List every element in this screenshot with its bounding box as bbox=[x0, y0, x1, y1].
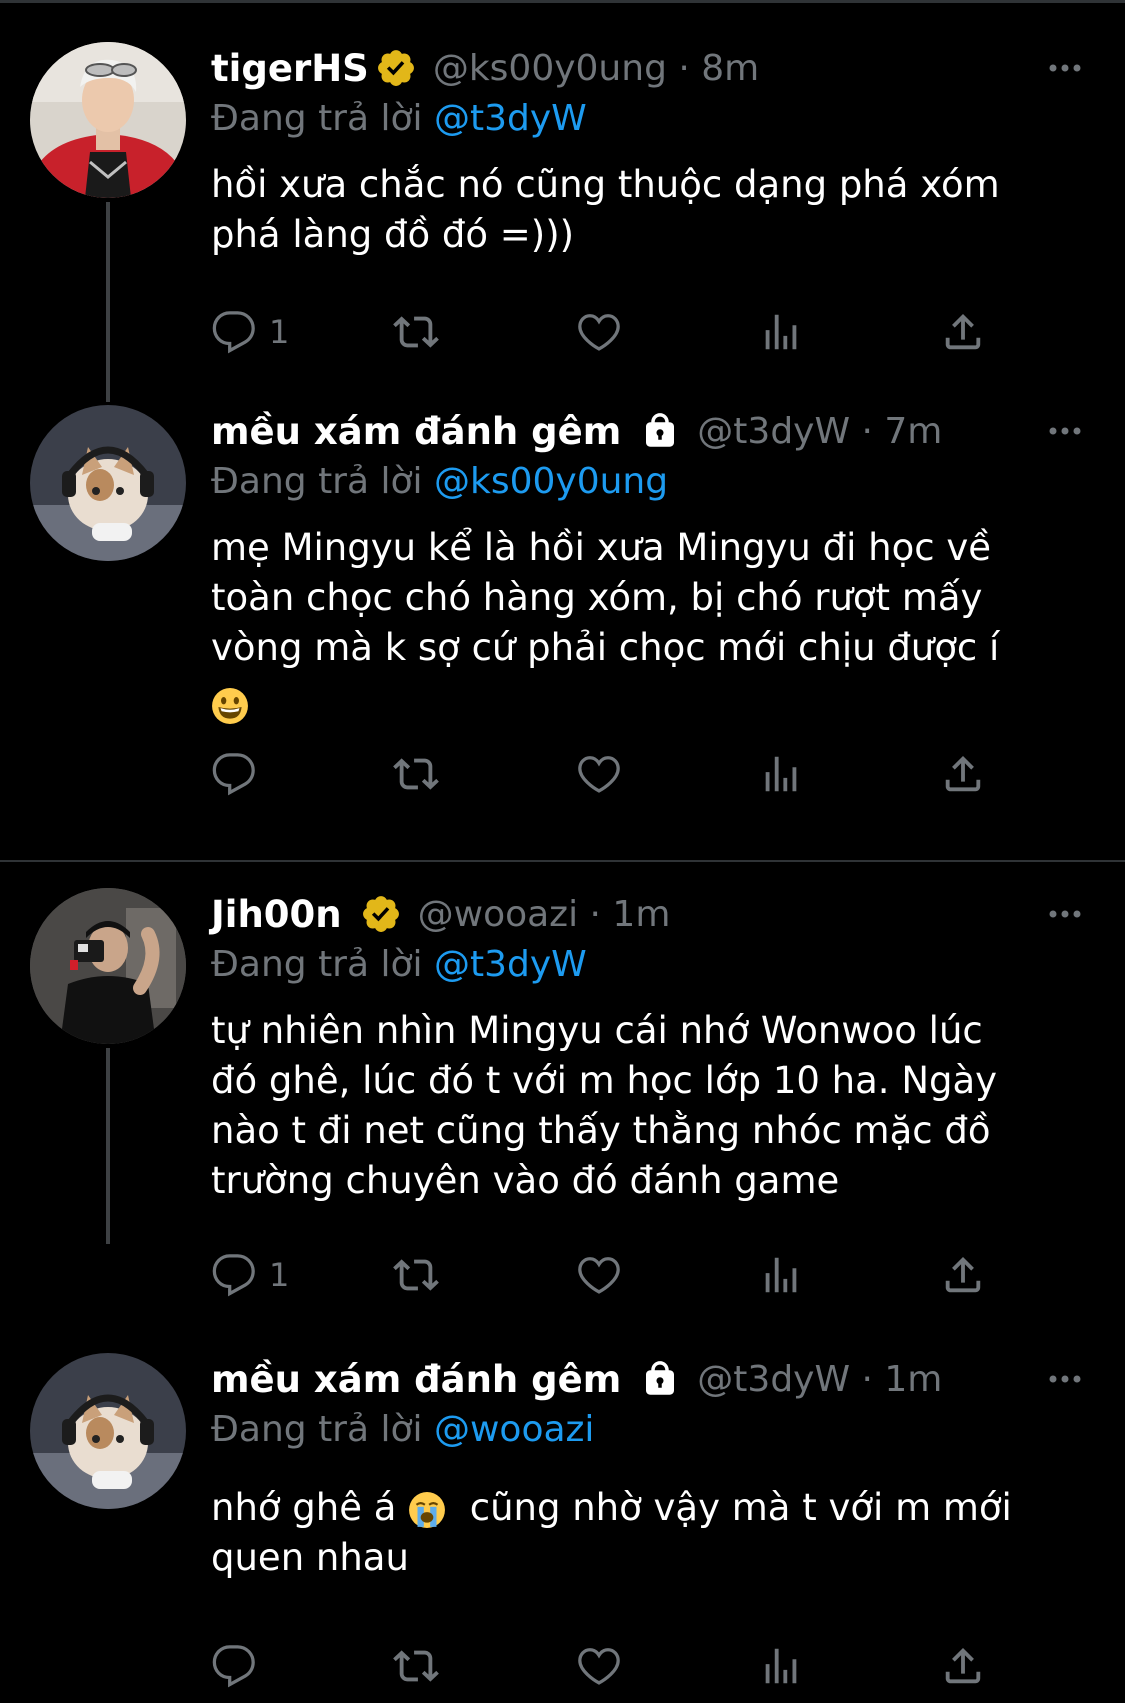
tweet-text: hồi xưa chắc nó cũng thuộc dạng phá xóm … bbox=[211, 163, 1000, 256]
handle-and-time[interactable]: @t3dyW · 1m bbox=[697, 1359, 942, 1400]
heart-icon bbox=[576, 1643, 622, 1689]
replying-to: Đang trả lời @wooazi bbox=[211, 1405, 1071, 1455]
mention-link[interactable]: @wooazi bbox=[434, 1409, 594, 1450]
reply-count: 1 bbox=[269, 313, 290, 351]
mention-link[interactable]: @t3dyW bbox=[434, 98, 587, 139]
author-name[interactable]: tigerHS bbox=[211, 47, 369, 90]
share-icon bbox=[940, 751, 986, 797]
mention-link[interactable]: @ks00y0ung bbox=[434, 461, 668, 502]
retweet-button[interactable] bbox=[393, 1248, 439, 1302]
retweet-icon bbox=[393, 1643, 439, 1689]
heart-icon bbox=[576, 309, 622, 355]
author-name[interactable]: Jih00n bbox=[211, 893, 342, 936]
views-button[interactable] bbox=[758, 1639, 804, 1693]
replying-to-label: Đang trả lời bbox=[211, 1409, 423, 1450]
reply-button[interactable] bbox=[211, 747, 269, 801]
replying-to: Đang trả lời @ks00y0ung bbox=[211, 457, 1071, 507]
author-name[interactable]: mều xám đánh gêm bbox=[211, 1358, 621, 1401]
tweet-text: nhớ ghê á cũng nhờ vậy mà t với m mới qu… bbox=[211, 1483, 1071, 1583]
reply-count: 1 bbox=[269, 1256, 290, 1294]
share-button[interactable] bbox=[940, 1639, 986, 1693]
thread-divider bbox=[0, 860, 1125, 862]
tweet-text-part-1: nhớ ghê á bbox=[211, 1486, 409, 1529]
like-button[interactable] bbox=[576, 1248, 622, 1302]
replying-to-label: Đang trả lời bbox=[211, 461, 423, 502]
tweet-actions: 1 bbox=[211, 1248, 1011, 1302]
views-button[interactable] bbox=[758, 1248, 804, 1302]
reply-icon bbox=[211, 751, 257, 797]
retweet-button[interactable] bbox=[393, 1639, 439, 1693]
like-button[interactable] bbox=[576, 1639, 622, 1693]
tweet-actions bbox=[211, 747, 1011, 801]
reply-icon bbox=[211, 309, 257, 355]
reply-button[interactable]: 1 bbox=[211, 305, 289, 359]
share-button[interactable] bbox=[940, 747, 986, 801]
retweet-icon bbox=[393, 309, 439, 355]
replying-to: Đang trả lời @t3dyW bbox=[211, 94, 1071, 144]
handle-and-time[interactable]: @t3dyW · 7m bbox=[697, 411, 942, 452]
emoji-line bbox=[211, 673, 1071, 739]
tweet-actions bbox=[211, 1639, 1011, 1693]
views-button[interactable] bbox=[758, 747, 804, 801]
heart-icon bbox=[576, 1252, 622, 1298]
author-name[interactable]: mều xám đánh gêm bbox=[211, 410, 621, 453]
loudly-crying-face-emoji bbox=[408, 1491, 446, 1529]
lock-icon bbox=[639, 410, 681, 452]
mention-link[interactable]: @t3dyW bbox=[434, 944, 587, 985]
thread-line bbox=[106, 1048, 110, 1244]
reply-icon bbox=[211, 1252, 257, 1298]
views-icon bbox=[758, 1643, 804, 1689]
avatar[interactable] bbox=[30, 1353, 186, 1509]
tweet-text: tự nhiên nhìn Mingyu cái nhớ Wonwoo lúc … bbox=[211, 1009, 998, 1202]
share-icon bbox=[940, 309, 986, 355]
share-button[interactable] bbox=[940, 305, 986, 359]
tweet-text: mẹ Mingyu kể là hồi xưa Mingyu đi học về… bbox=[211, 526, 1000, 669]
grinning-face-emoji bbox=[211, 687, 249, 725]
heart-icon bbox=[576, 751, 622, 797]
views-icon bbox=[758, 1252, 804, 1298]
retweet-button[interactable] bbox=[393, 305, 439, 359]
more-options-icon[interactable] bbox=[1045, 1359, 1085, 1399]
verified-gold-badge-icon bbox=[375, 47, 417, 89]
share-button[interactable] bbox=[940, 1248, 986, 1302]
reply-icon bbox=[211, 1643, 257, 1689]
avatar[interactable] bbox=[30, 888, 186, 1044]
handle-and-time[interactable]: @wooazi · 1m bbox=[418, 894, 671, 935]
replying-to: Đang trả lời @t3dyW bbox=[211, 940, 1071, 990]
share-icon bbox=[940, 1252, 986, 1298]
lock-icon bbox=[639, 1358, 681, 1400]
reply-button[interactable] bbox=[211, 1639, 269, 1693]
replying-to-label: Đang trả lời bbox=[211, 944, 423, 985]
avatar[interactable] bbox=[30, 405, 186, 561]
thread-line bbox=[106, 202, 110, 402]
views-icon bbox=[758, 309, 804, 355]
like-button[interactable] bbox=[576, 747, 622, 801]
like-button[interactable] bbox=[576, 305, 622, 359]
retweet-icon bbox=[393, 751, 439, 797]
reply-button[interactable]: 1 bbox=[211, 1248, 289, 1302]
replying-to-label: Đang trả lời bbox=[211, 98, 423, 139]
more-options-icon[interactable] bbox=[1045, 411, 1085, 451]
views-icon bbox=[758, 751, 804, 797]
tweet-actions: 1 bbox=[211, 305, 1011, 359]
handle-and-time[interactable]: @ks00y0ung · 8m bbox=[433, 48, 759, 89]
retweet-button[interactable] bbox=[393, 747, 439, 801]
share-icon bbox=[940, 1643, 986, 1689]
more-options-icon[interactable] bbox=[1045, 894, 1085, 934]
verified-gold-badge-icon bbox=[360, 893, 402, 935]
views-button[interactable] bbox=[758, 305, 804, 359]
retweet-icon bbox=[393, 1252, 439, 1298]
avatar[interactable] bbox=[30, 42, 186, 198]
top-divider bbox=[0, 0, 1125, 3]
more-options-icon[interactable] bbox=[1045, 48, 1085, 88]
